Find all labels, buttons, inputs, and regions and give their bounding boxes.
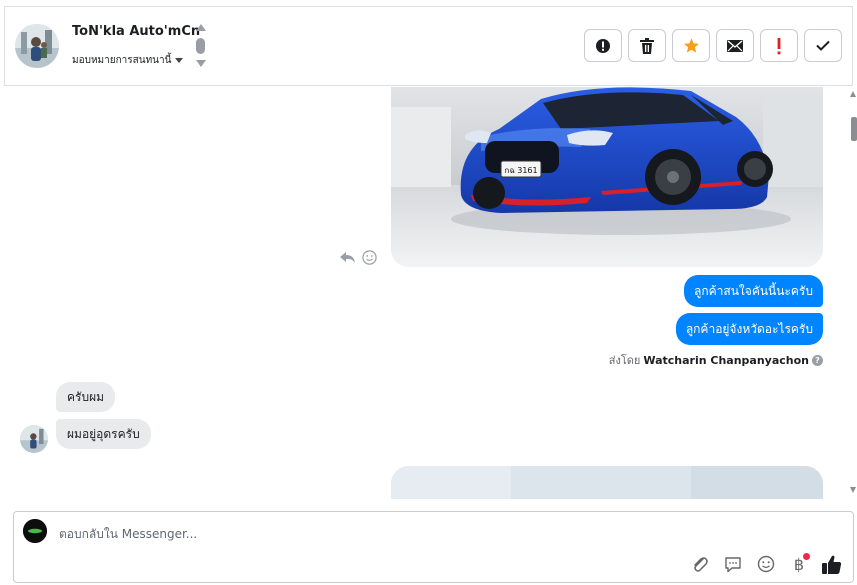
car-photo-attachment[interactable]: กฉ 3161 (391, 87, 823, 267)
payment-button[interactable]: ฿ (788, 553, 810, 575)
scroll-thumb[interactable] (851, 117, 857, 141)
checkmark-icon (816, 40, 830, 51)
outgoing-message[interactable]: ลูกค้าสนใจคันนี้นะครับ (684, 275, 823, 307)
alert-circle-icon (596, 38, 610, 53)
assign-label: มอบหมายการสนทนานี้ (72, 55, 172, 66)
conversation-header: ToN'kla Auto'mCn มอบหมายการสนทนานี้ (4, 6, 853, 86)
thumbs-up-icon (822, 555, 842, 574)
incoming-message[interactable]: ผมอยู่อุดรครับ (56, 419, 151, 449)
reply-composer[interactable]: ตอบกลับใน Messenger... ฿ (13, 511, 854, 583)
incoming-message[interactable]: ครับผม (56, 382, 116, 412)
notification-dot (803, 553, 810, 560)
star-button[interactable] (672, 29, 710, 62)
next-conversation-icon[interactable] (196, 60, 206, 67)
previous-conversation-icon[interactable] (196, 24, 206, 31)
sent-by-prefix: ส่งโดย (608, 354, 641, 367)
reply-input[interactable]: ตอบกลับใน Messenger... (59, 525, 197, 544)
contact-avatar[interactable] (15, 24, 59, 68)
header-actions (584, 29, 842, 62)
message-thread: กฉ 3161 ลูกค้าสนใจคันนี้นะครับ ลูกค้าอยู… (4, 87, 847, 499)
chevron-down-icon (175, 58, 184, 63)
assign-conversation-dropdown[interactable]: มอบหมายการสนทนานี้ (72, 53, 184, 68)
photo-attachment[interactable] (391, 466, 823, 499)
delete-button[interactable] (628, 29, 666, 62)
follow-up-button[interactable] (760, 29, 798, 62)
mark-unread-button[interactable] (716, 29, 754, 62)
contact-name[interactable]: ToN'kla Auto'mCn (72, 24, 200, 39)
mark-as-spam-button[interactable] (584, 29, 622, 62)
scroll-down-icon[interactable] (850, 487, 856, 493)
scroll-up-icon[interactable] (850, 91, 856, 97)
contact-avatar-small (20, 425, 48, 453)
paperclip-icon (694, 557, 708, 572)
like-button[interactable] (821, 553, 843, 575)
mark-done-button[interactable] (804, 29, 842, 62)
attach-file-button[interactable] (689, 553, 711, 575)
outgoing-message[interactable]: ลูกค้าอยู่จังหวัดอะไรครับ (675, 313, 823, 345)
emoji-button[interactable] (755, 553, 777, 575)
exclamation-icon (777, 37, 781, 54)
envelope-icon (727, 39, 743, 52)
page-avatar (23, 519, 47, 543)
reply-icon[interactable] (340, 250, 356, 269)
nav-handle (196, 38, 205, 54)
conversation-nav (195, 24, 207, 70)
thread-scrollbar[interactable] (849, 87, 857, 499)
saved-replies-button[interactable] (722, 553, 744, 575)
composer-tools: ฿ (689, 553, 843, 575)
star-icon (683, 38, 699, 53)
help-icon[interactable]: ? (812, 354, 823, 366)
react-emoji-icon[interactable] (362, 250, 377, 269)
saved-reply-icon (725, 556, 741, 572)
trash-icon (640, 37, 654, 54)
sender-name: Watcharin Chanpanyachon (643, 353, 809, 367)
emoji-icon (757, 555, 775, 573)
sent-by-label: ส่งโดย Watcharin Chanpanyachon ? (609, 351, 823, 369)
license-plate: กฉ 3161 (504, 166, 537, 175)
